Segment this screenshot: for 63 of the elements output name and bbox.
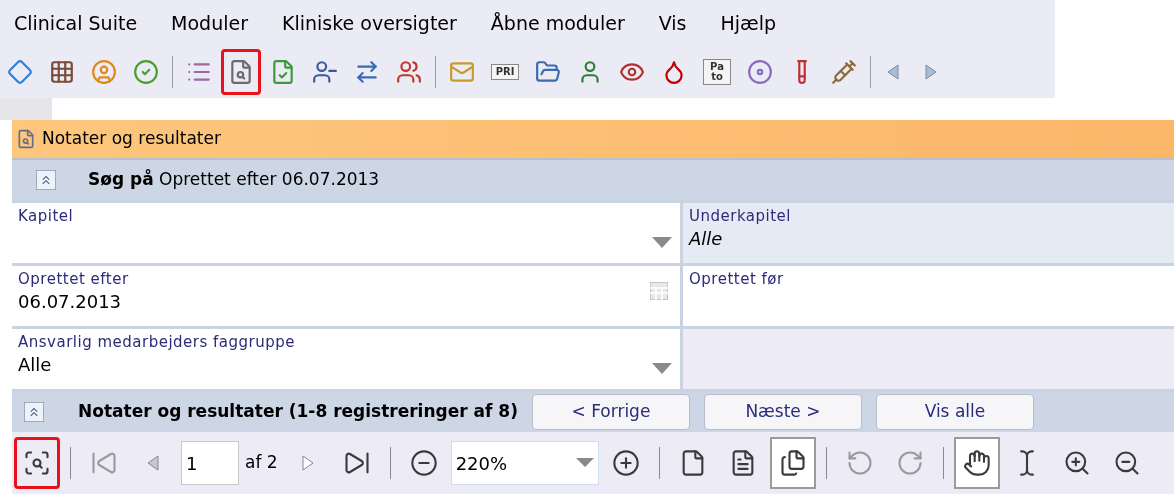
rotate-right-icon — [895, 449, 924, 477]
menu-item[interactable]: Vis — [658, 8, 687, 38]
magnifier-minus-icon — [1112, 449, 1141, 477]
page-count: af 2 — [244, 451, 279, 475]
toolbar-button[interactable] — [953, 437, 1000, 489]
menu-item[interactable]: Clinical Suite — [14, 8, 138, 38]
form-field[interactable]: Oprettet før — [683, 266, 1174, 326]
collapse-button[interactable] — [36, 170, 56, 190]
field-value: Alle — [18, 353, 52, 377]
magnifier-plus-icon — [1062, 449, 1091, 477]
field-label: Ansvarlig medarbejders faggruppe — [18, 332, 296, 352]
zoom-out-icon — [409, 449, 438, 477]
toolbar-button[interactable] — [769, 437, 816, 489]
dropdown-arrow-icon[interactable] — [652, 237, 672, 249]
people-icon — [396, 59, 422, 85]
chevrons-up-icon — [27, 405, 41, 419]
check-badge-icon — [133, 59, 159, 85]
field-label: Oprettet efter — [18, 269, 129, 289]
field-value: 06.07.2013 — [18, 290, 122, 314]
form-field[interactable]: Oprettet efter 06.07.2013 — [12, 266, 680, 326]
page-width-icon — [778, 449, 807, 477]
search-summary: Søg på Oprettet efter 06.07.2013 — [88, 168, 380, 192]
menu-item[interactable]: Moduler — [171, 8, 248, 38]
dropdown-arrow-icon[interactable] — [652, 363, 672, 375]
menu-item[interactable]: Hjælp — [720, 8, 777, 38]
collapse-button[interactable] — [24, 402, 44, 422]
nav-button[interactable]: < Forrige — [531, 394, 690, 430]
chevrons-up-icon — [39, 173, 53, 187]
diamond-icon — [7, 59, 33, 85]
envelope-icon — [449, 59, 475, 85]
field-label: Kapitel — [18, 206, 74, 226]
panel-title: Notater og resultater — [42, 127, 221, 151]
results-title: Notater og resultater (1-8 registreringer af 8) — [78, 400, 518, 424]
calendar-icon — [49, 59, 75, 85]
menu-item[interactable]: Kliniske oversigter — [282, 8, 457, 38]
search-icon — [23, 449, 51, 477]
search-icon — [228, 59, 254, 85]
arrows-icon — [354, 59, 380, 85]
toolbar-button[interactable] — [14, 437, 60, 489]
toolbar-button[interactable]: PRI — [484, 49, 526, 95]
syringe-icon — [831, 59, 857, 85]
dropdown-arrow-icon[interactable] — [575, 458, 594, 468]
nav-button[interactable]: Vis alle — [875, 394, 1034, 430]
folder-icon — [535, 59, 561, 85]
zoom-select[interactable]: 220% — [450, 441, 599, 485]
form-field[interactable]: Kapitel — [12, 203, 680, 263]
person-badge-icon — [91, 59, 117, 85]
menu-item[interactable]: Åbne moduler — [490, 8, 625, 38]
form-field[interactable]: Ansvarlig medarbejders faggruppe Alle — [12, 329, 680, 389]
search-icon — [16, 129, 36, 149]
person-minus-icon — [312, 59, 338, 85]
field-label: Oprettet før — [689, 269, 784, 289]
toolbar-button[interactable]: Pa to — [696, 49, 738, 95]
rotate-left-icon — [845, 449, 874, 477]
disc-icon — [747, 59, 773, 85]
field-value: Alle — [689, 227, 723, 251]
page-check-icon — [270, 59, 296, 85]
form-field[interactable]: Underkapitel Alle — [683, 203, 1174, 263]
hand-icon — [962, 449, 991, 477]
page-input[interactable]: 1 — [181, 441, 239, 485]
field-label: Underkapitel — [689, 206, 791, 226]
zoom-in-icon — [611, 449, 640, 477]
nav-button[interactable]: Næste > — [703, 394, 862, 430]
